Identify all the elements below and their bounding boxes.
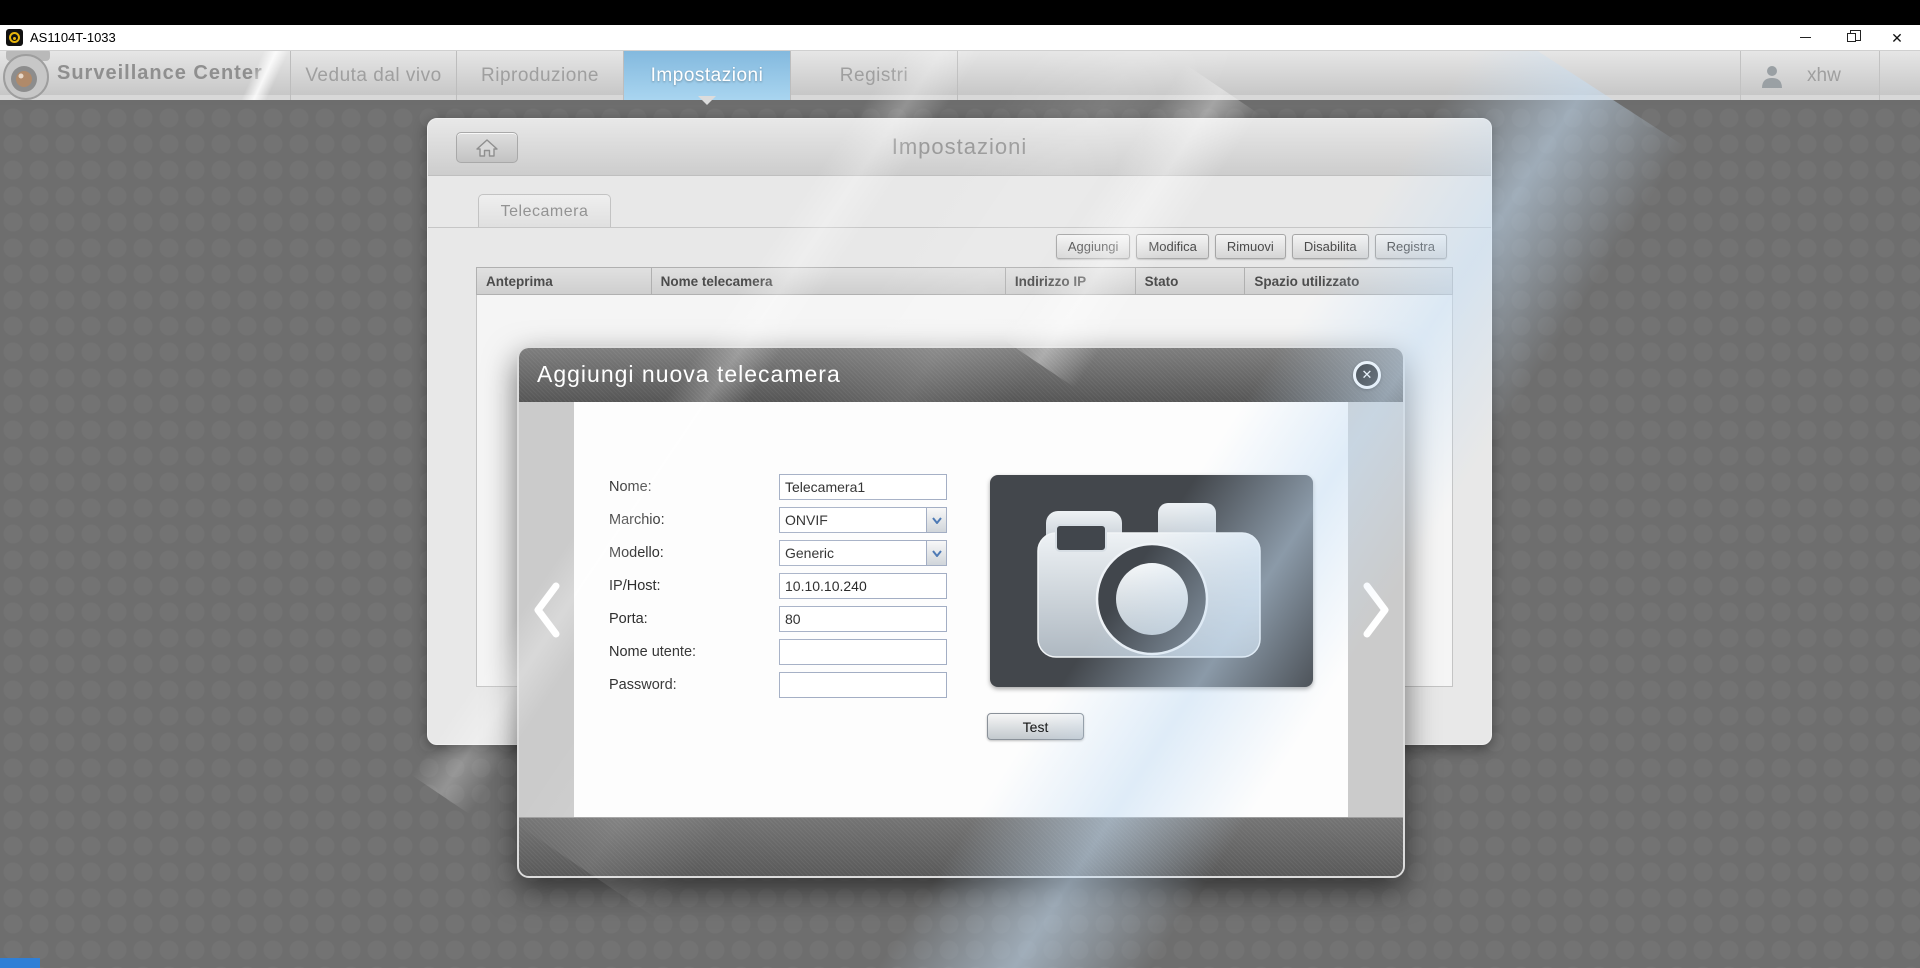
- tab-divider: [428, 227, 1491, 228]
- aggiungi-button[interactable]: Aggiungi: [1056, 234, 1131, 259]
- chevron-left-icon: [534, 582, 560, 638]
- dialog-footer: [519, 817, 1403, 878]
- tab-riproduzione[interactable]: Riproduzione: [457, 51, 624, 100]
- col-spazio-utilizzato: Spazio utilizzato: [1245, 268, 1452, 294]
- col-anteprima: Anteprima: [477, 268, 652, 294]
- chevron-right-icon: [1363, 582, 1389, 638]
- dialog-body: Nome: Marchio: Modello:: [519, 402, 1403, 817]
- nome-utente-input[interactable]: [779, 639, 947, 665]
- nome-input[interactable]: [779, 474, 947, 500]
- camera-form: Nome: Marchio: Modello:: [609, 474, 947, 705]
- test-button[interactable]: Test: [987, 713, 1084, 740]
- dialog-content: Nome: Marchio: Modello:: [574, 402, 1348, 817]
- user-icon: [1759, 63, 1785, 89]
- previous-camera-arrow[interactable]: [519, 402, 574, 817]
- minimize-button[interactable]: [1782, 25, 1828, 50]
- app-icon: [6, 29, 23, 46]
- user-menu[interactable]: xhw: [1740, 51, 1880, 100]
- marchio-dropdown-button[interactable]: [926, 508, 946, 532]
- camera-placeholder-icon: [990, 475, 1313, 687]
- taskbar-fragment[interactable]: [0, 958, 40, 968]
- settings-title: Impostazioni: [428, 134, 1491, 160]
- close-window-button[interactable]: ✕: [1874, 25, 1920, 50]
- ip-host-label: IP/Host:: [609, 578, 779, 594]
- restore-button[interactable]: [1828, 25, 1874, 50]
- porta-label: Porta:: [609, 611, 779, 627]
- tab-veduta-dal-vivo[interactable]: Veduta dal vivo: [290, 51, 457, 100]
- nome-label: Nome:: [609, 479, 779, 495]
- header-swoosh: [241, 51, 289, 100]
- marchio-label: Marchio:: [609, 512, 779, 528]
- restore-icon: [1847, 33, 1856, 42]
- app-header: Surveillance Center Veduta dal vivo Ripr…: [0, 51, 1920, 100]
- chevron-down-icon: [932, 517, 942, 524]
- dialog-titlebar: Aggiungi nuova telecamera ✕: [519, 348, 1403, 402]
- window-titlebar: AS1104T-1033 ✕: [0, 25, 1920, 51]
- minimize-icon: [1800, 37, 1811, 38]
- camera-action-buttons: Aggiungi Modifica Rimuovi Disabilita Reg…: [1056, 234, 1447, 259]
- porta-input[interactable]: [779, 606, 947, 632]
- modello-select[interactable]: [779, 540, 947, 566]
- marchio-select[interactable]: [779, 507, 947, 533]
- dialog-close-button[interactable]: ✕: [1353, 361, 1381, 389]
- registra-button[interactable]: Registra: [1375, 234, 1447, 259]
- password-label: Password:: [609, 677, 779, 693]
- dialog-close-icon: ✕: [1362, 367, 1373, 383]
- brand-title: Surveillance Center: [57, 62, 263, 85]
- add-camera-dialog: Aggiungi nuova telecamera ✕ Nome: Marchi…: [517, 346, 1405, 878]
- col-stato: Stato: [1136, 268, 1246, 294]
- col-indirizzo-ip: Indirizzo IP: [1006, 268, 1136, 294]
- chevron-down-icon: [932, 550, 942, 557]
- camera-preview-placeholder: [990, 475, 1313, 687]
- user-name: xhw: [1807, 65, 1841, 87]
- tab-impostazioni[interactable]: Impostazioni: [624, 51, 791, 100]
- disabilita-button[interactable]: Disabilita: [1292, 234, 1369, 259]
- close-icon: ✕: [1891, 31, 1903, 45]
- main-tabs: Veduta dal vivo Riproduzione Impostazion…: [290, 51, 958, 100]
- tab-registri[interactable]: Registri: [791, 51, 958, 100]
- camera-table-header: Anteprima Nome telecamera Indirizzo IP S…: [476, 267, 1453, 295]
- rimuovi-button[interactable]: Rimuovi: [1215, 234, 1286, 259]
- modello-label: Modello:: [609, 545, 779, 561]
- password-input[interactable]: [779, 672, 947, 698]
- tab-telecamera[interactable]: Telecamera: [478, 194, 611, 228]
- dome-camera-logo: [0, 49, 56, 103]
- settings-panel-header: Impostazioni: [428, 119, 1491, 176]
- col-nome-telecamera: Nome telecamera: [652, 268, 1006, 294]
- next-camera-arrow[interactable]: [1348, 402, 1403, 817]
- os-top-strip: [0, 0, 1920, 25]
- ip-host-input[interactable]: [779, 573, 947, 599]
- window-title: AS1104T-1033: [30, 30, 116, 45]
- dialog-title: Aggiungi nuova telecamera: [537, 361, 841, 388]
- nome-utente-label: Nome utente:: [609, 644, 779, 660]
- modello-dropdown-button[interactable]: [926, 541, 946, 565]
- modifica-button[interactable]: Modifica: [1136, 234, 1208, 259]
